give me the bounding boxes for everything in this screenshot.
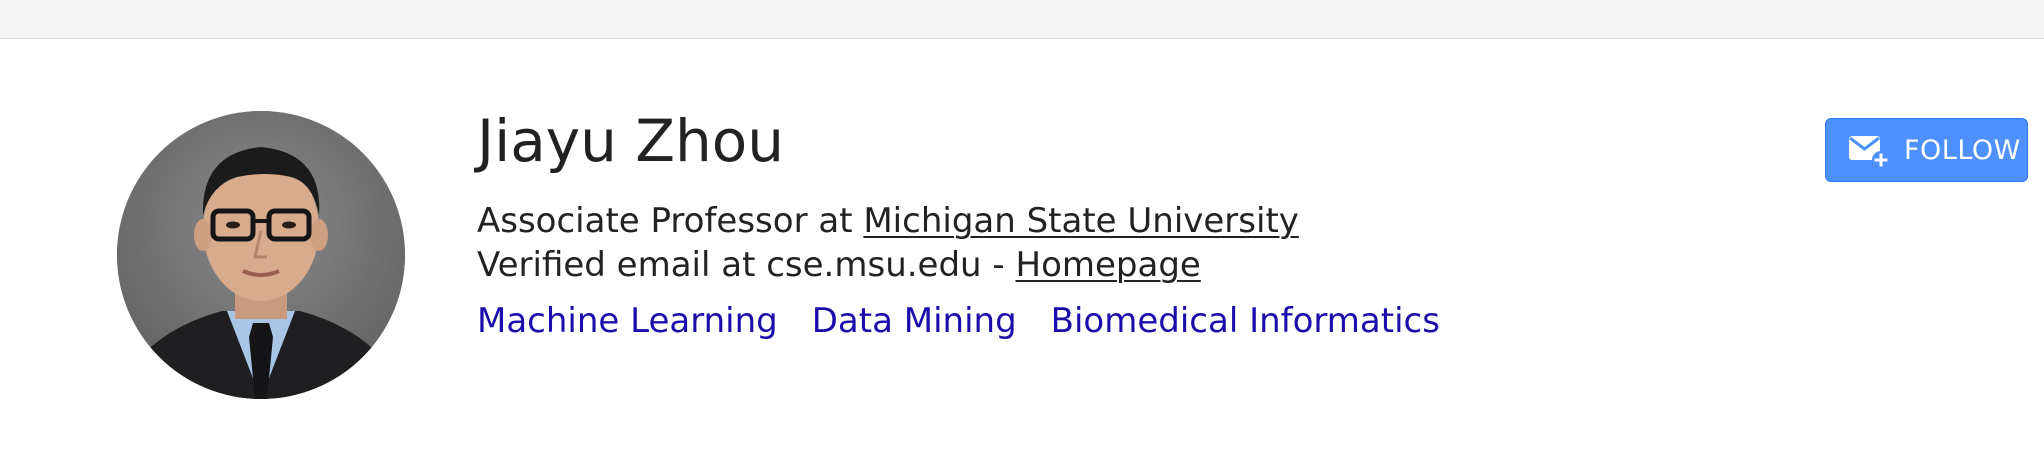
research-interests: Machine Learning Data Mining Biomedical In… [477,299,1474,343]
top-bar [0,0,2044,39]
verified-email-text: Verified email at cse.msu.edu - [477,245,1016,285]
interest-link-biomedical-informatics[interactable]: Biomedical Informatics [1051,301,1440,341]
profile-email-line: Verified email at cse.msu.edu - Homepage [477,243,1201,287]
interest-link-data-mining[interactable]: Data Mining [812,301,1017,341]
follow-button[interactable]: FOLLOW [1825,118,2028,182]
profile-photo [117,111,405,399]
profile-header: Jiayu Zhou Associate Professor at Michig… [0,39,2044,450]
mail-plus-icon [1849,136,1890,169]
homepage-link[interactable]: Homepage [1016,245,1201,285]
interest-link-machine-learning[interactable]: Machine Learning [477,301,778,341]
profile-position: Associate Professor at Michigan State Un… [477,199,1299,243]
follow-label: FOLLOW [1904,134,2021,166]
affiliation-link[interactable]: Michigan State University [863,201,1299,241]
profile-name: Jiayu Zhou [477,107,785,175]
position-prefix: Associate Professor at [477,201,864,241]
